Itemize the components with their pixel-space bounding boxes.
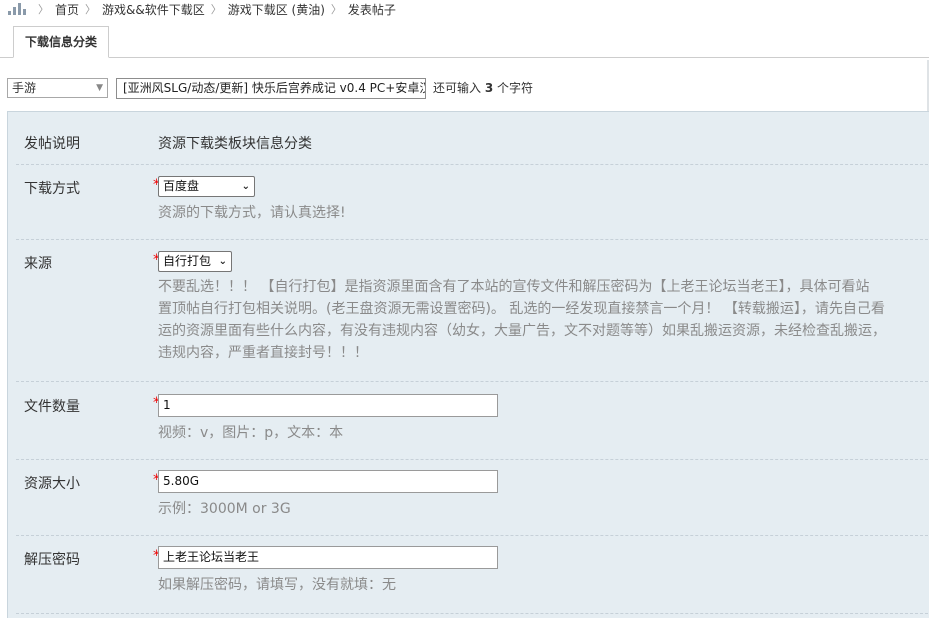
source-hint-line: 置顶帖自行打包相关说明。(老王盘资源无需设置密码)。 乱选的一经发现直接禁言一个… (158, 301, 885, 317)
download-method-label: 下载方式 (24, 181, 80, 197)
source-label: 来源 (24, 256, 52, 272)
breadcrumb-separator: 〉 (38, 3, 49, 16)
file-count-input[interactable]: 1 (158, 394, 498, 417)
thread-type-select[interactable]: 手游 ▼ (7, 78, 108, 98)
subject-length-hint: 还可输入 3 个字符 (433, 79, 533, 98)
note-label: 发帖说明 (24, 136, 80, 152)
chevron-down-icon: ▼ (96, 83, 103, 93)
download-method-hint: 资源的下载方式，请认真选择! (158, 205, 346, 221)
download-method-value: 百度盘 (163, 179, 200, 193)
source-hint-line: 不要乱选！！！ 【自行打包】是指资源里面含有了本站的宣传文件和解压密码为【上老王… (158, 279, 870, 295)
row-download-method: 下载方式 * 百度盘 ⌄ 资源的下载方式，请认真选择! (16, 164, 929, 240)
chevron-down-icon: ⌄ (218, 256, 227, 267)
row-password: 解压密码 * 上老王论坛当老王 如果解压密码，请填写，没有就填：无 (16, 535, 929, 614)
hint-suffix: 个字符 (497, 81, 534, 95)
password-input[interactable]: 上老王论坛当老王 (158, 546, 498, 569)
password-hint: 如果解压密码，请填写，没有就填：无 (158, 577, 396, 593)
download-method-select[interactable]: 百度盘 ⌄ (158, 176, 255, 197)
breadcrumb-section[interactable]: 游戏&&软件下载区 (102, 1, 205, 18)
breadcrumb-separator: 〉 (85, 3, 97, 16)
thread-type-value: 手游 (12, 81, 37, 95)
row-source: 来源 * 自行打包 ⌄ 不要乱选！！！ 【自行打包】是指资源里面含有了本站的宣传… (16, 239, 929, 382)
file-count-label: 文件数量 (24, 399, 80, 415)
size-label: 资源大小 (24, 476, 80, 492)
tab-download-info[interactable]: 下载信息分类 (13, 26, 110, 58)
breadcrumb-forum[interactable]: 游戏下载区 (黄油) (228, 1, 325, 18)
source-hint: 不要乱选！！！ 【自行打包】是指资源里面含有了本站的宣传文件和解压密码为【上老王… (158, 276, 886, 364)
breadcrumb-current: 发表帖子 (347, 2, 396, 17)
row-size: 资源大小 * 5.80G 示例：3000M or 3G (16, 459, 929, 536)
row-file-count: 文件数量 * 1 视频：v，图片：p，文本：本 (16, 381, 929, 460)
password-label: 解压密码 (24, 552, 80, 568)
size-input[interactable]: 5.80G (158, 470, 498, 493)
breadcrumb-separator: 〉 (330, 3, 342, 16)
hint-count: 3 (484, 81, 494, 95)
source-hint-line: 运的资源里面有些什么内容，有没有违规内容（幼女，大量广告，文不对题等等）如果乱搬… (158, 323, 886, 339)
file-count-hint: 视频：v，图片：p，文本：本 (158, 425, 344, 441)
size-hint: 示例：3000M or 3G (158, 501, 291, 517)
row-note: 发帖说明 资源下载类板块信息分类 (16, 112, 929, 165)
breadcrumb-separator: 〉 (210, 3, 222, 16)
breadcrumb: 〉 首页 〉 游戏&&软件下载区 〉 游戏下载区 (黄油) 〉 发表帖子 (8, 0, 396, 18)
hint-prefix: 还可输入 (433, 81, 482, 95)
source-hint-line: 违规内容，严重者直接封号！！！ (158, 345, 368, 361)
tab-bar: 下载信息分类 (0, 26, 929, 58)
subject-input[interactable]: [亚洲风SLG/动态/更新] 快乐后宫养成记 v0.4 PC+安卓汉化版 (116, 78, 426, 99)
chevron-down-icon: ⌄ (241, 181, 250, 192)
forum-home-icon[interactable] (8, 3, 26, 15)
note-value: 资源下载类板块信息分类 (158, 136, 312, 152)
source-select[interactable]: 自行打包 ⌄ (158, 251, 232, 272)
sort-info-panel: 发帖说明 资源下载类板块信息分类 下载方式 * 百度盘 ⌄ 资源的下载方式，请认… (7, 111, 929, 618)
breadcrumb-home[interactable]: 首页 (55, 1, 79, 18)
source-value: 自行打包 (163, 254, 212, 268)
